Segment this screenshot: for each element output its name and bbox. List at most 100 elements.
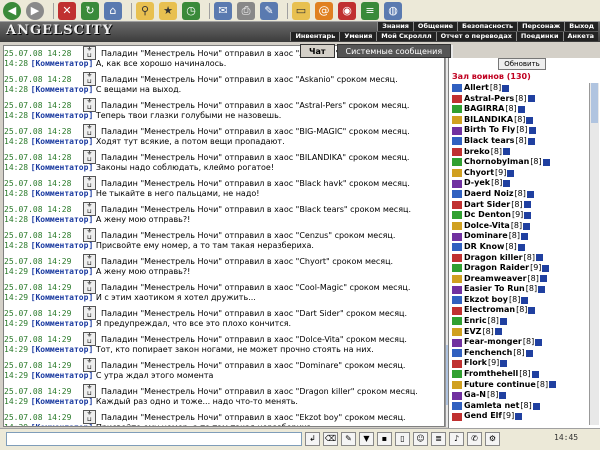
player-name[interactable]: Enric	[464, 316, 487, 327]
player-item[interactable]: DR Know [8]	[452, 242, 586, 253]
player-item[interactable]: Dc Denton [9]	[452, 210, 586, 221]
player-name[interactable]: Dolce-Vita	[464, 221, 510, 232]
player-name[interactable]: Dc Denton	[464, 210, 511, 221]
player-name[interactable]: Ekzot boy	[464, 295, 508, 306]
clear-icon[interactable]: ⌫	[323, 432, 338, 446]
menu-security[interactable]: Безопасность	[457, 22, 518, 31]
list-icon[interactable]: ≣	[431, 432, 446, 446]
info-icon[interactable]	[526, 190, 534, 198]
back-icon[interactable]: ◀	[3, 1, 21, 20]
player-name[interactable]: Daerd Noiz	[464, 189, 514, 200]
player-name[interactable]: EVZ	[464, 327, 481, 338]
info-icon[interactable]	[499, 317, 507, 325]
info-icon[interactable]	[549, 381, 557, 389]
info-icon[interactable]	[531, 370, 539, 378]
info-icon[interactable]	[526, 116, 534, 124]
player-name[interactable]: Fenchench	[464, 348, 512, 359]
player-item[interactable]: Fenchench [8]	[452, 348, 586, 359]
player-name[interactable]: Fromthehell	[464, 369, 518, 380]
menu-inventory[interactable]: Инвентарь	[290, 32, 340, 41]
pin-icon[interactable]: ◉	[338, 1, 356, 20]
scroll-thumb[interactable]	[591, 83, 598, 123]
edit-icon[interactable]: ✎	[260, 1, 278, 20]
info-icon[interactable]	[542, 264, 550, 272]
player-item[interactable]: Easier To Run [8]	[452, 284, 586, 295]
player-item[interactable]: BAGIRRA [8]	[452, 104, 586, 115]
forward-icon[interactable]: ▶	[26, 1, 44, 20]
search-icon[interactable]: ⚲	[136, 1, 154, 20]
mail-icon[interactable]: ✉	[214, 1, 232, 20]
player-item[interactable]: Ga-N [8]	[452, 390, 586, 401]
player-item[interactable]: BILANDIKA [8]	[452, 115, 586, 126]
player-item[interactable]: EVZ [8]	[452, 327, 586, 338]
player-item[interactable]: Dart Sider [8]	[452, 200, 586, 211]
info-icon[interactable]	[535, 254, 543, 262]
stop-icon[interactable]: ✕	[58, 1, 76, 20]
player-item[interactable]: Black tears [8]	[452, 136, 586, 147]
player-item[interactable]: Flork [9]	[452, 358, 586, 369]
player-item[interactable]: Future continue [8]	[452, 380, 586, 391]
player-item[interactable]: Fear-monger [8]	[452, 337, 586, 348]
player-item[interactable]: D-yek [8]	[452, 178, 586, 189]
player-name[interactable]: Chornobylman	[464, 157, 529, 168]
sound-icon[interactable]: ♪	[449, 432, 464, 446]
chat-input[interactable]	[6, 432, 302, 446]
settings-icon[interactable]: ⚙	[485, 432, 500, 446]
menu-character[interactable]: Персонаж	[517, 22, 565, 31]
player-item[interactable]: Fromthehell [8]	[452, 369, 586, 380]
info-icon[interactable]	[517, 243, 525, 251]
player-item[interactable]: Gend Elf [9]	[452, 411, 586, 422]
player-name[interactable]: Electroman	[464, 305, 515, 316]
player-name[interactable]: D-yek	[464, 178, 490, 189]
commentator-name[interactable]: [Комментатор]	[31, 189, 94, 198]
info-icon[interactable]	[515, 413, 523, 421]
info-icon[interactable]	[523, 222, 531, 230]
player-item[interactable]: Dolce-Vita [8]	[452, 221, 586, 232]
commentator-name[interactable]: [Комментатор]	[31, 163, 94, 172]
refresh-icon[interactable]: ↻	[81, 1, 99, 20]
player-item[interactable]: Gamleta net [8]	[452, 401, 586, 412]
notes-icon[interactable]: ≡	[361, 1, 379, 20]
player-item[interactable]: Astral-Pers [8]	[452, 94, 586, 105]
commentator-name[interactable]: [Комментатор]	[31, 267, 94, 276]
commentator-name[interactable]: [Комментатор]	[31, 85, 94, 94]
player-name[interactable]: Future continue	[464, 380, 536, 391]
print-icon[interactable]: ⎙	[237, 1, 255, 20]
players-scrollbar[interactable]	[589, 83, 599, 425]
history-icon[interactable]: ◷	[182, 1, 200, 20]
menu-exit[interactable]: Выход	[564, 22, 598, 31]
player-name[interactable]: Astral-Pers	[464, 94, 514, 105]
info-icon[interactable]	[521, 233, 529, 241]
menu-profile[interactable]: Анкета	[562, 32, 598, 41]
menu-transfers-report[interactable]: Отчет о переводах	[435, 32, 516, 41]
pen-icon[interactable]: ✎	[341, 432, 356, 446]
favorites-icon[interactable]: ★	[159, 1, 177, 20]
info-icon[interactable]	[517, 105, 525, 113]
info-icon[interactable]	[503, 180, 511, 188]
player-name[interactable]: Easier To Run	[464, 284, 525, 295]
commentator-name[interactable]: [Комментатор]	[31, 137, 94, 146]
info-icon[interactable]	[500, 360, 508, 368]
filter-icon[interactable]: ▼	[359, 432, 374, 446]
tab-system-messages[interactable]: Системные сообщения	[336, 44, 452, 58]
player-item[interactable]: Dragon killer [8]	[452, 253, 586, 264]
info-icon[interactable]	[523, 201, 531, 209]
player-item[interactable]: Chyort [9]	[452, 168, 586, 179]
player-name[interactable]: Dreamweaver	[464, 274, 527, 285]
info-icon[interactable]	[521, 296, 529, 304]
chat-icon[interactable]: ✆	[467, 432, 482, 446]
info-icon[interactable]	[539, 275, 547, 283]
info-icon[interactable]	[524, 211, 532, 219]
globe-icon[interactable]: ◍	[384, 1, 402, 20]
player-name[interactable]: Allert	[464, 83, 489, 94]
commentator-name[interactable]: [Комментатор]	[31, 215, 94, 224]
info-icon[interactable]	[494, 328, 502, 336]
player-name[interactable]: Flork	[464, 358, 487, 369]
player-name[interactable]: Gend Elf	[464, 411, 502, 422]
info-icon[interactable]	[527, 95, 535, 103]
folder-icon[interactable]: ▭	[292, 1, 310, 20]
info-icon[interactable]	[525, 349, 533, 357]
player-item[interactable]: Electroman [8]	[452, 305, 586, 316]
info-icon[interactable]	[538, 286, 546, 294]
tab-chat[interactable]: Чат	[300, 44, 335, 58]
